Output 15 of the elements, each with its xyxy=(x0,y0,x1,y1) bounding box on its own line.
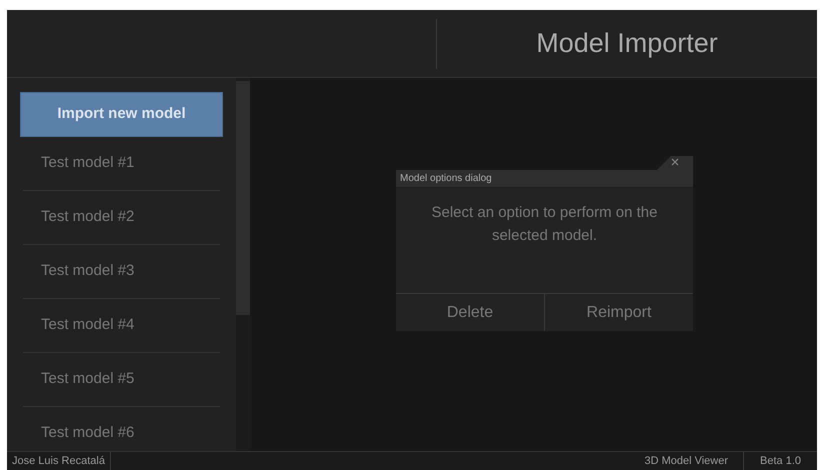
dialog-button[interactable]: Delete xyxy=(396,294,544,331)
model-list-item[interactable]: Test model #1 xyxy=(41,152,134,175)
dialog-button[interactable]: Reimport xyxy=(544,294,693,331)
model-list-item[interactable]: Test model #5 xyxy=(41,368,134,391)
dialog-message: Select an option to perform on the selected model. xyxy=(430,203,658,246)
model-list-item[interactable]: Test model #6 xyxy=(41,422,134,445)
model-list-item[interactable]: Test model #3 xyxy=(41,260,134,283)
author-label: Jose Luis Recatalá xyxy=(7,452,111,470)
app-name-label: 3D Model Viewer xyxy=(629,452,744,470)
version-label: Beta 1.0 xyxy=(759,454,802,469)
import-button[interactable]: Import new model xyxy=(20,92,223,137)
dialog-title: Model options dialog xyxy=(396,170,693,187)
model-list-item[interactable]: Test model #4 xyxy=(41,314,134,337)
model-list-item[interactable]: Test model #2 xyxy=(41,206,134,229)
app-title: Model Importer xyxy=(535,27,719,60)
